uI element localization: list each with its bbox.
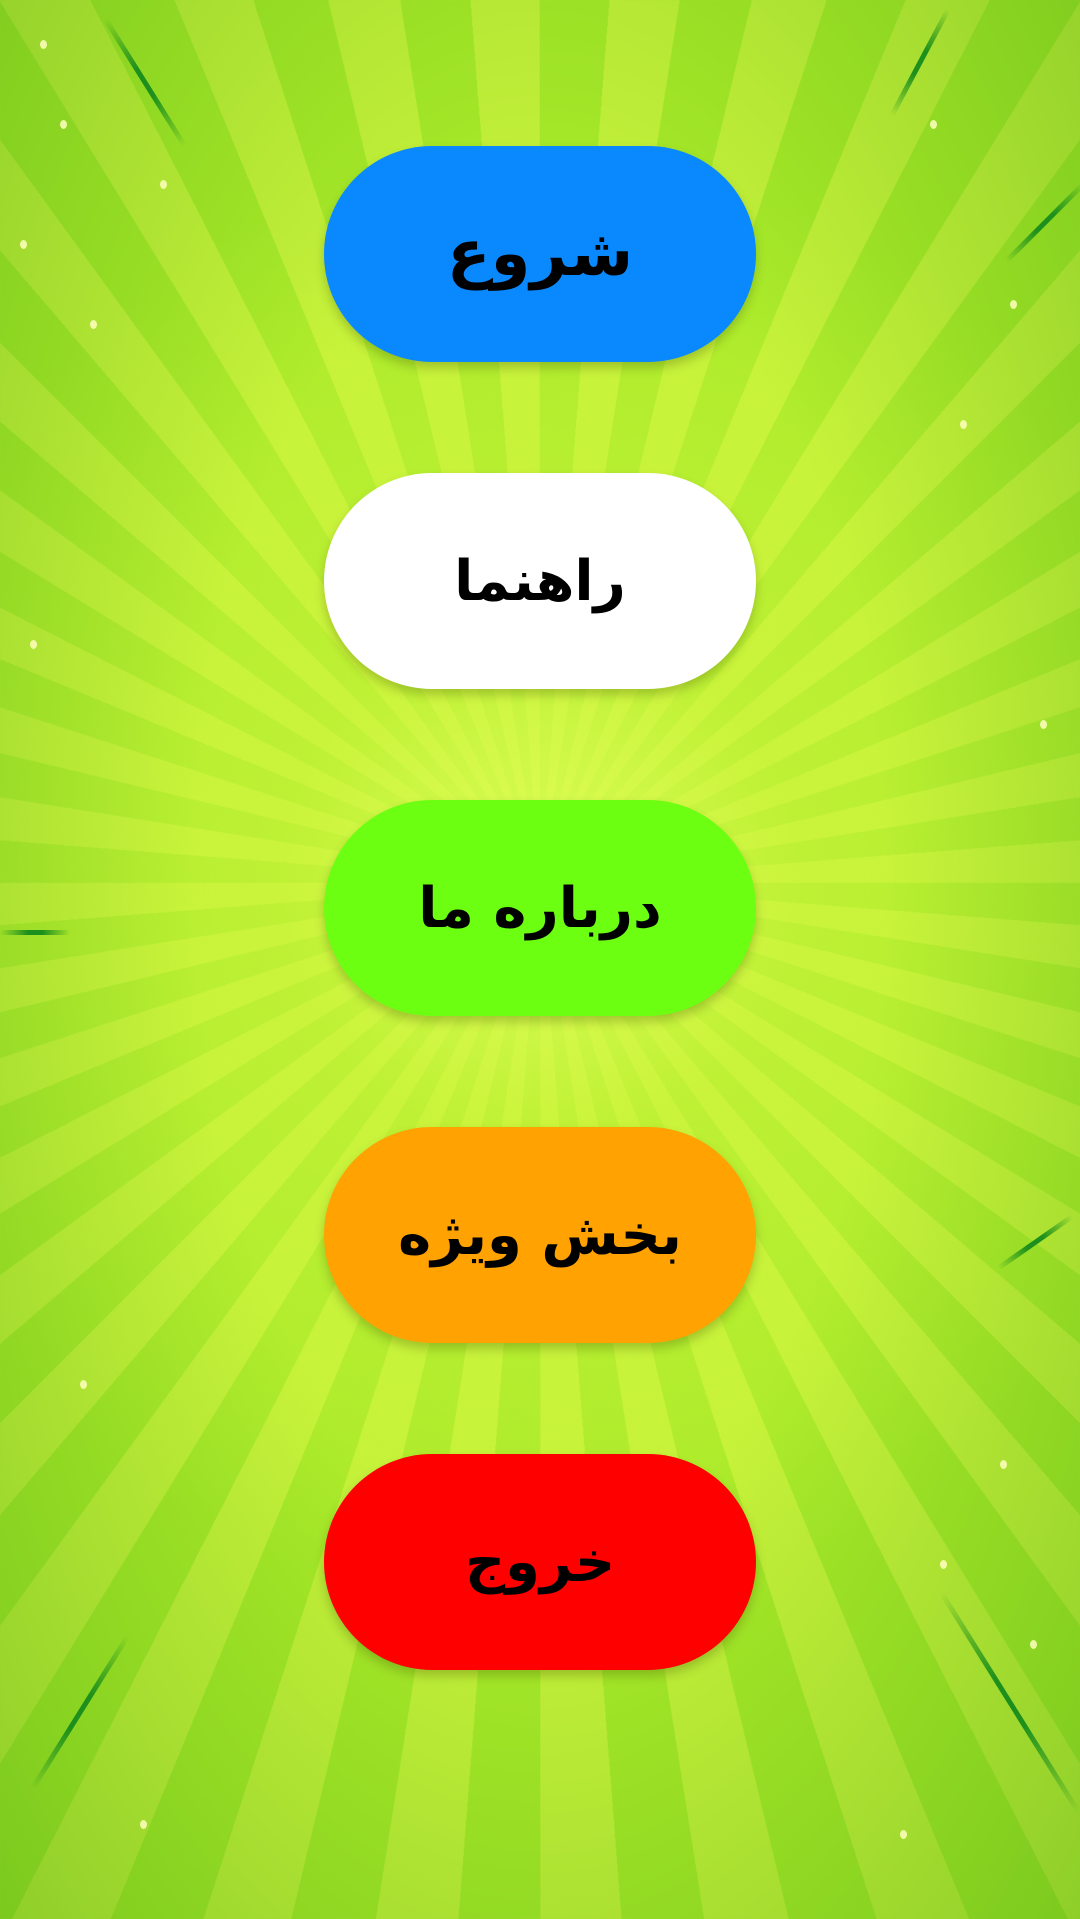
sparkle-dot [90, 320, 97, 329]
guide-button-label: راهنما [454, 548, 626, 614]
sparkle-dot [20, 240, 27, 249]
guide-button[interactable]: راهنما [324, 473, 756, 689]
start-button[interactable]: شروع [324, 146, 756, 362]
decorative-streak [938, 1590, 1080, 1815]
sparkle-dot [1000, 1460, 1007, 1469]
sparkle-dot [930, 120, 937, 129]
sparkle-dot [900, 1830, 907, 1839]
special-section-button[interactable]: بخش ویژه [324, 1127, 756, 1343]
sparkle-dot [1040, 720, 1047, 729]
sparkle-dot [940, 1560, 947, 1569]
special-section-button-label: بخش ویژه [398, 1202, 682, 1268]
sparkle-dot [80, 1380, 87, 1389]
decorative-streak [1004, 181, 1080, 264]
sparkle-dot [30, 640, 37, 649]
about-us-button[interactable]: درباره ما [324, 800, 756, 1016]
decorative-streak [889, 8, 951, 117]
decorative-streak [103, 17, 187, 148]
sparkle-dot [960, 420, 967, 429]
sparkle-dot [160, 180, 167, 189]
about-us-button-label: درباره ما [418, 875, 662, 941]
sparkle-dot [40, 40, 47, 49]
exit-button[interactable]: خروج [324, 1454, 756, 1670]
exit-button-label: خروج [464, 1529, 616, 1595]
sparkle-dot [1030, 1640, 1037, 1649]
decorative-streak [30, 1634, 130, 1791]
decorative-streak [996, 1214, 1074, 1271]
decorative-streak [0, 930, 70, 935]
start-button-label: شروع [446, 217, 634, 291]
sparkle-dot [1010, 300, 1017, 309]
sparkle-dot [140, 1820, 147, 1829]
sparkle-dot [60, 120, 67, 129]
